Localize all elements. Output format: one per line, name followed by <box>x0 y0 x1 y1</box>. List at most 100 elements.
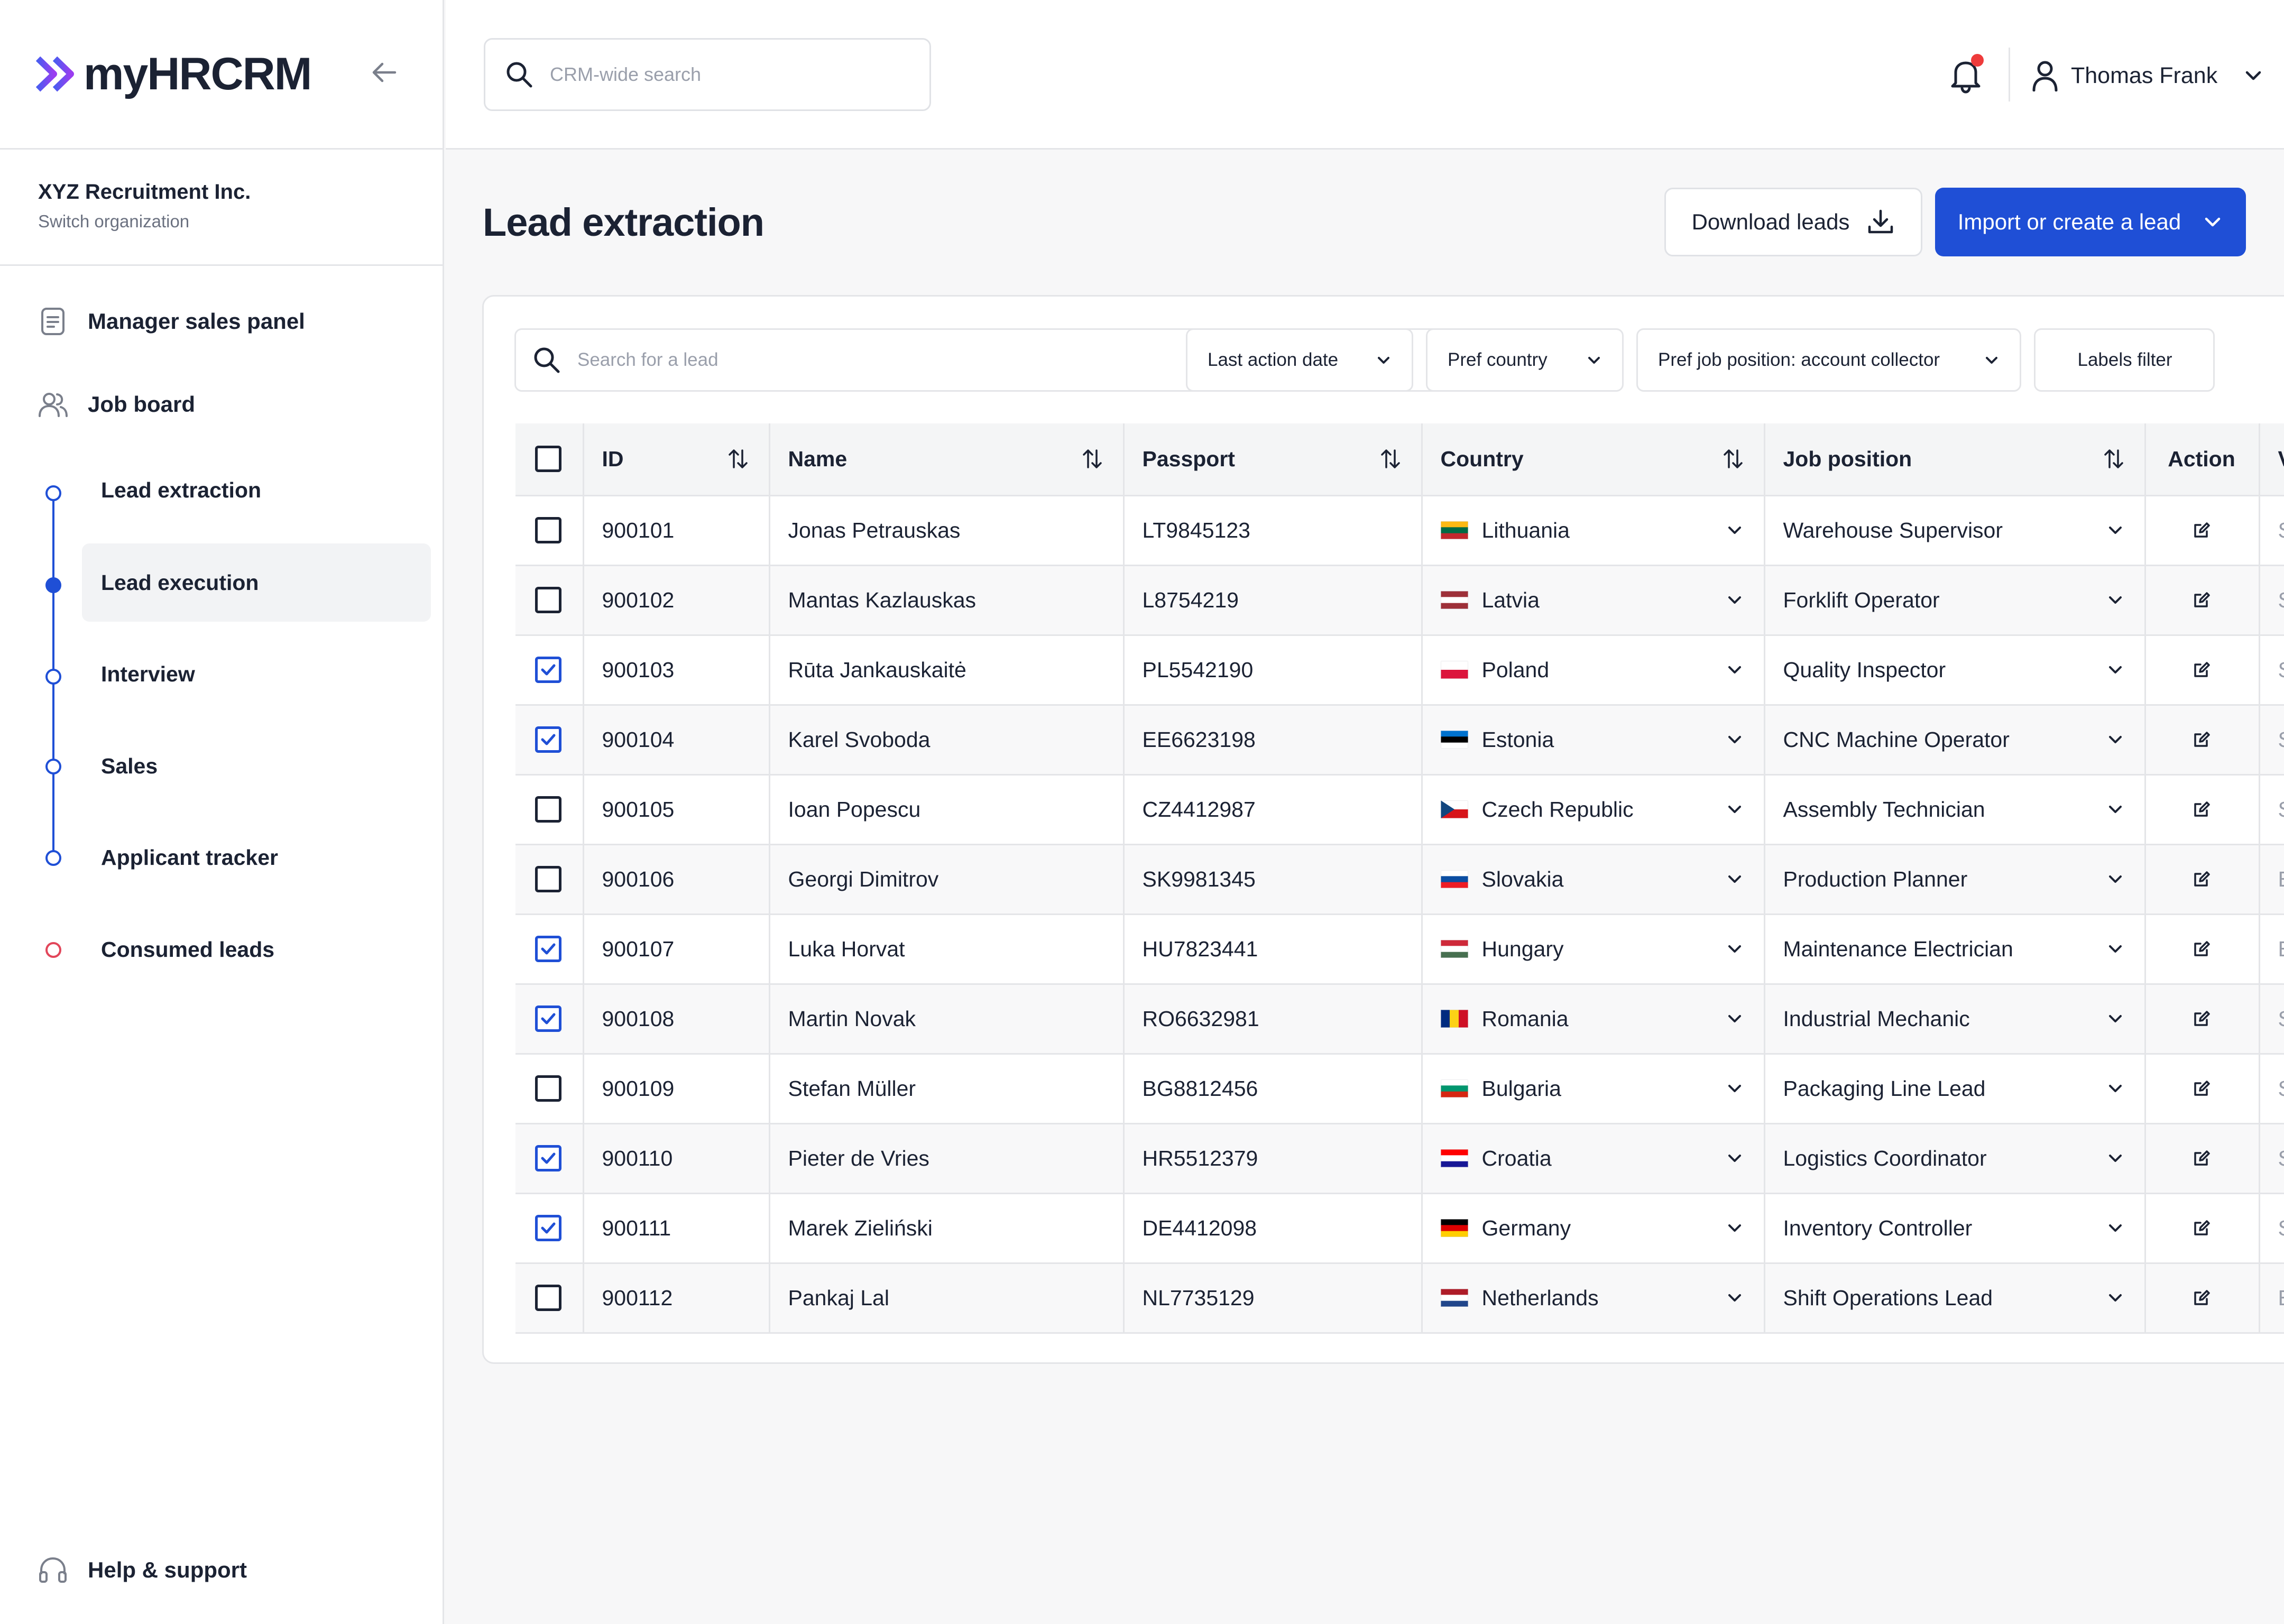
country-select[interactable]: Bulgaria <box>1422 1054 1765 1124</box>
select-all-checkbox[interactable] <box>535 446 562 473</box>
job-position-select[interactable]: Packaging Line Lead <box>1764 1054 2146 1124</box>
job-position-select[interactable]: Assembly Technician <box>1764 774 2146 845</box>
switch-organization-link[interactable]: Switch organization <box>38 211 443 232</box>
sort-icon[interactable] <box>1379 447 1402 470</box>
row-checkbox[interactable] <box>535 1075 562 1102</box>
edit-icon[interactable] <box>2191 729 2212 750</box>
chevron-down-icon[interactable] <box>2105 799 2125 819</box>
chevron-down-icon[interactable] <box>2105 1078 2125 1099</box>
chevron-down-icon[interactable] <box>2105 1009 2125 1029</box>
chevron-down-icon[interactable] <box>1725 869 1745 889</box>
download-leads-button[interactable]: Download leads <box>1664 188 1922 256</box>
country-select[interactable]: Croatia <box>1422 1123 1765 1194</box>
sidebar-item-applicant-tracker[interactable]: Applicant tracker <box>82 818 431 897</box>
chevron-down-icon[interactable] <box>2105 660 2125 680</box>
job-position-select[interactable]: Warehouse Supervisor <box>1764 495 2146 566</box>
sort-icon[interactable] <box>1081 447 1104 470</box>
sidebar-item-lead-execution[interactable]: Lead execution <box>82 543 431 622</box>
country-select[interactable]: Hungary <box>1422 914 1765 985</box>
job-position-select[interactable]: Industrial Mechanic <box>1764 984 2146 1055</box>
table-row[interactable]: 900104 Karel Svoboda EE6623198 Estonia C… <box>515 705 2284 776</box>
edit-icon[interactable] <box>2191 659 2212 680</box>
collapse-sidebar-icon[interactable] <box>367 56 401 89</box>
labels-filter-button[interactable]: Labels filter <box>2034 328 2215 392</box>
chevron-down-icon[interactable] <box>1725 1078 1745 1099</box>
table-row[interactable]: 900102 Mantas Kazlauskas L8754219 Latvia… <box>515 565 2284 636</box>
edit-icon[interactable] <box>2191 1287 2212 1308</box>
edit-icon[interactable] <box>2191 938 2212 959</box>
table-row[interactable]: 900107 Luka Horvat HU7823441 Hungary Mai… <box>515 914 2284 985</box>
job-position-select[interactable]: Logistics Coordinator <box>1764 1123 2146 1194</box>
row-checkbox[interactable] <box>535 1215 562 1241</box>
row-checkbox[interactable] <box>535 1285 562 1311</box>
chevron-down-icon[interactable] <box>1725 590 1745 610</box>
column-job-position[interactable]: Job position <box>1764 423 2146 496</box>
chevron-down-icon[interactable] <box>2105 1288 2125 1308</box>
column-name[interactable]: Name <box>769 423 1125 496</box>
sidebar-item-sales[interactable]: Sales <box>82 727 431 805</box>
chevron-down-icon[interactable] <box>2105 869 2125 889</box>
column-id[interactable]: ID <box>583 423 770 496</box>
edit-icon[interactable] <box>2191 869 2212 890</box>
country-select[interactable]: Lithuania <box>1422 495 1765 566</box>
job-position-select[interactable]: Shift Operations Lead <box>1764 1263 2146 1334</box>
job-position-select[interactable]: Quality Inspector <box>1764 635 2146 706</box>
user-menu[interactable]: Thomas Frank <box>2031 57 2264 94</box>
filter-pref-country[interactable]: Pref country <box>1426 328 1624 392</box>
chevron-down-icon[interactable] <box>1725 1288 1745 1308</box>
filter-last-action-date[interactable]: Last action date <box>1186 328 1413 392</box>
table-row[interactable]: 900112 Pankaj Lal NL7735129 Netherlands … <box>515 1263 2284 1334</box>
column-passport[interactable]: Passport <box>1123 423 1423 496</box>
chevron-down-icon[interactable] <box>1725 939 1745 959</box>
country-select[interactable]: Slovakia <box>1422 844 1765 915</box>
sidebar-item-interview[interactable]: Interview <box>82 635 431 713</box>
chevron-down-icon[interactable] <box>2105 939 2125 959</box>
country-select[interactable]: Germany <box>1422 1193 1765 1264</box>
row-checkbox[interactable] <box>535 657 562 683</box>
crm-search[interactable] <box>484 38 931 111</box>
sidebar-item-consumed-leads[interactable]: Consumed leads <box>82 910 431 989</box>
chevron-down-icon[interactable] <box>1725 1009 1745 1029</box>
edit-icon[interactable] <box>2191 799 2212 820</box>
edit-icon[interactable] <box>2191 520 2212 541</box>
sidebar-item-help-support[interactable]: Help & support <box>37 1554 247 1586</box>
country-select[interactable]: Romania <box>1422 984 1765 1055</box>
country-select[interactable]: Netherlands <box>1422 1263 1765 1334</box>
row-checkbox[interactable] <box>535 936 562 962</box>
chevron-down-icon[interactable] <box>2105 730 2125 750</box>
row-checkbox[interactable] <box>535 517 562 543</box>
chevron-down-icon[interactable] <box>2105 590 2125 610</box>
table-row[interactable]: 900103 Rūta Jankauskaitė PL5542190 Polan… <box>515 635 2284 706</box>
edit-icon[interactable] <box>2191 1148 2212 1169</box>
sort-icon[interactable] <box>726 447 750 470</box>
sidebar-item-manager-sales-panel[interactable]: Manager sales panel <box>37 306 305 337</box>
table-row[interactable]: 900105 Ioan Popescu CZ4412987 Czech Repu… <box>515 774 2284 845</box>
edit-icon[interactable] <box>2191 1217 2212 1239</box>
table-row[interactable]: 900106 Georgi Dimitrov SK9981345 Slovaki… <box>515 844 2284 915</box>
sidebar-item-job-board[interactable]: Job board <box>37 389 195 420</box>
country-select[interactable]: Poland <box>1422 635 1765 706</box>
chevron-down-icon[interactable] <box>2105 520 2125 540</box>
filter-pref-job-position[interactable]: Pref job position: account collector <box>1636 328 2021 392</box>
chevron-down-icon[interactable] <box>1725 660 1745 680</box>
job-position-select[interactable]: Maintenance Electrician <box>1764 914 2146 985</box>
chevron-down-icon[interactable] <box>1725 520 1745 540</box>
table-row[interactable]: 900111 Marek Zieliński DE4412098 Germany… <box>515 1193 2284 1264</box>
sidebar-item-lead-extraction[interactable]: Lead extraction <box>82 451 431 529</box>
row-checkbox[interactable] <box>535 796 562 823</box>
table-row[interactable]: 900110 Pieter de Vries HR5512379 Croatia… <box>515 1123 2284 1194</box>
sort-icon[interactable] <box>1721 447 1745 470</box>
edit-icon[interactable] <box>2191 589 2212 611</box>
table-row[interactable]: 900101 Jonas Petrauskas LT9845123 Lithua… <box>515 495 2284 566</box>
edit-icon[interactable] <box>2191 1078 2212 1099</box>
sort-icon[interactable] <box>2102 447 2125 470</box>
chevron-down-icon[interactable] <box>1725 1218 1745 1238</box>
chevron-down-icon[interactable] <box>1725 799 1745 819</box>
job-position-select[interactable]: Production Planner <box>1764 844 2146 915</box>
chevron-down-icon[interactable] <box>2105 1218 2125 1238</box>
row-checkbox[interactable] <box>535 587 562 613</box>
import-create-lead-button[interactable]: Import or create a lead <box>1935 188 2246 256</box>
chevron-down-icon[interactable] <box>1725 1148 1745 1168</box>
edit-icon[interactable] <box>2191 1008 2212 1029</box>
row-checkbox[interactable] <box>535 1005 562 1032</box>
